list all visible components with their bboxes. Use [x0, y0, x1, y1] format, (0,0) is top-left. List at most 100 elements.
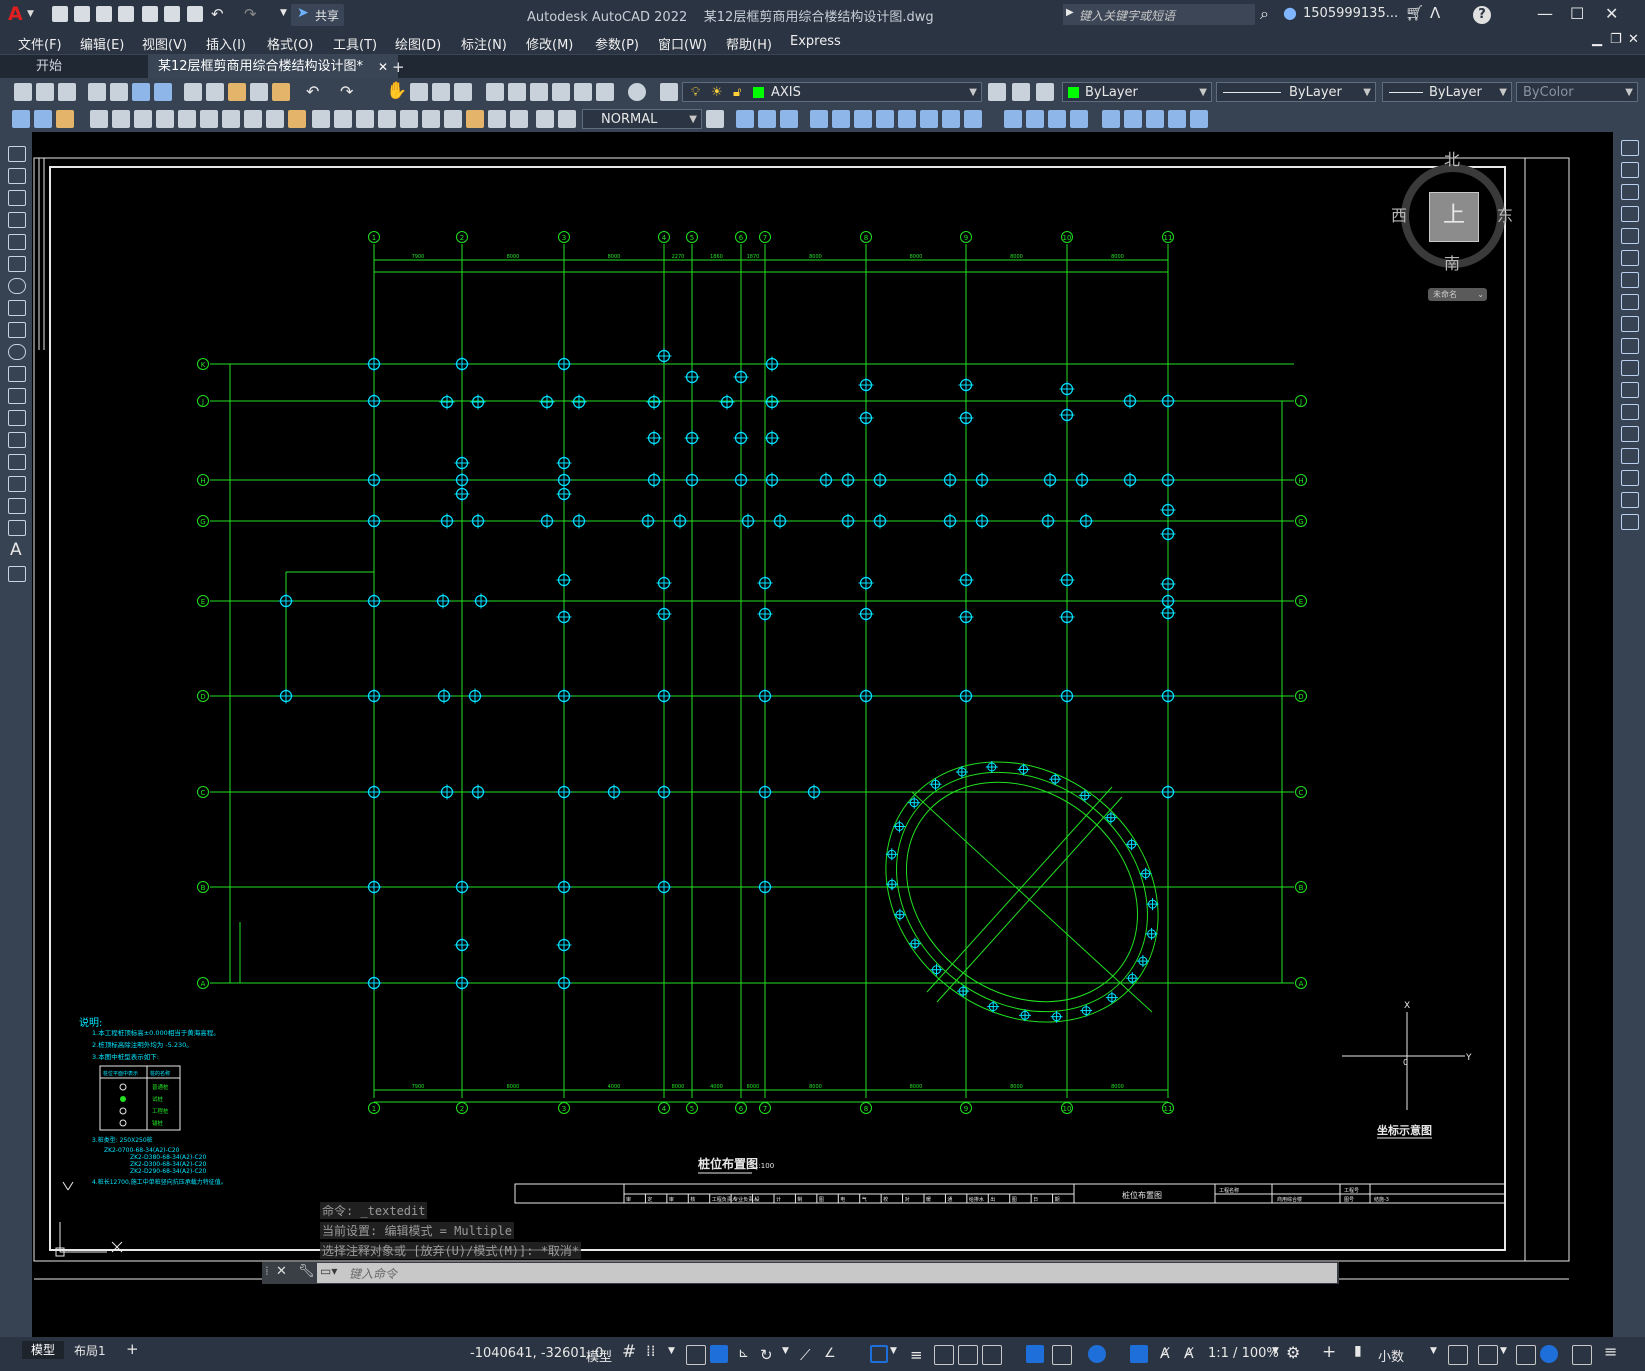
redo-icon[interactable]: ↷ — [244, 5, 257, 23]
inspect-icon[interactable] — [356, 110, 374, 128]
circle-icon[interactable] — [8, 278, 26, 294]
view-front-icon[interactable] — [1124, 110, 1142, 128]
user-icon[interactable]: ● — [1283, 3, 1297, 22]
clean-screen-icon[interactable] — [1572, 1345, 1592, 1365]
ucs-face-icon[interactable] — [810, 110, 828, 128]
paste-icon[interactable] — [228, 83, 246, 101]
text-style-manager-icon[interactable] — [706, 110, 724, 128]
menu-dimension[interactable]: 标注(N) — [461, 34, 507, 53]
viewcube-east[interactable]: 东 — [1497, 202, 1513, 226]
new-file-icon[interactable] — [52, 6, 68, 22]
viewcube-north[interactable]: 北 — [1444, 146, 1460, 170]
match-prop-icon[interactable] — [250, 83, 268, 101]
snap-icon[interactable]: ⁞⁞ — [646, 1342, 656, 1360]
quick-properties-icon[interactable] — [1448, 1345, 1468, 1365]
jogged-linear-icon[interactable] — [378, 110, 396, 128]
snap-chevron-icon[interactable]: ▼ — [668, 1346, 675, 1356]
lock-chevron-icon[interactable]: ▼ — [1500, 1346, 1507, 1356]
doc-minimize-icon[interactable]: ▁ — [1592, 32, 1602, 47]
dim-override-icon[interactable] — [488, 110, 506, 128]
undo-tb-icon[interactable]: ↶ — [306, 82, 319, 101]
spline-icon[interactable] — [8, 322, 26, 338]
menu-window[interactable]: 窗口(W) — [658, 34, 707, 53]
ortho-icon[interactable]: ⊾ — [738, 1346, 749, 1361]
osnap-chevron-icon[interactable]: ▼ — [890, 1346, 897, 1356]
tab-start[interactable]: 开始 — [26, 55, 72, 79]
search-icon[interactable]: ⌕ — [1260, 4, 1269, 24]
wcs-menu[interactable]: 未命名 ⌄ — [1428, 288, 1487, 301]
autodesk-app-icon[interactable]: Ʌ — [1430, 4, 1440, 22]
text-style-dropdown[interactable]: NORMAL ▼ — [582, 109, 702, 129]
tool-palettes-icon[interactable] — [530, 83, 548, 101]
multiline-text-icon[interactable]: A — [10, 540, 22, 560]
dim-edit-icon[interactable] — [400, 110, 418, 128]
undo-icon[interactable]: ↶ — [211, 5, 224, 23]
help-tb-icon[interactable] — [628, 83, 646, 101]
trim-icon[interactable] — [1621, 338, 1639, 354]
center-mark-icon[interactable] — [334, 110, 352, 128]
dim-arc-icon[interactable] — [56, 110, 74, 128]
menu-file[interactable]: 文件(F) — [18, 34, 62, 53]
selection-filter-icon[interactable] — [1052, 1345, 1072, 1365]
markup-icon[interactable] — [574, 83, 592, 101]
ucs-apply-icon[interactable] — [1026, 110, 1044, 128]
dim-diameter-icon[interactable] — [156, 110, 174, 128]
open-file-icon[interactable] — [74, 6, 90, 22]
preview-icon[interactable] — [110, 83, 128, 101]
insert-block-icon[interactable] — [8, 388, 26, 404]
stretch-icon[interactable] — [1621, 316, 1639, 332]
auto-scale-icon[interactable]: Ⱥ — [1160, 1346, 1170, 1362]
viewcube-top-face[interactable]: 上 — [1429, 192, 1479, 242]
dim-linear-icon[interactable] — [12, 110, 30, 128]
join-icon[interactable] — [1621, 426, 1639, 442]
view-top-icon[interactable] — [1102, 110, 1120, 128]
ucs-x-icon[interactable] — [942, 110, 960, 128]
annotation-scale-icon[interactable]: Ⱥ — [1184, 1346, 1194, 1362]
view-camera-icon[interactable] — [1168, 110, 1186, 128]
tolerance-icon[interactable] — [312, 110, 330, 128]
menu-draw[interactable]: 绘图(D) — [395, 34, 441, 53]
viewcube-west[interactable]: 西 — [1391, 202, 1407, 226]
app-menu-arrow-icon[interactable]: ▼ — [27, 9, 34, 19]
design-center-icon[interactable] — [508, 83, 526, 101]
plotstyle-dropdown[interactable]: ByColor ▼ — [1516, 82, 1638, 102]
menu-view[interactable]: 视图(V) — [142, 34, 187, 53]
ucs-view-icon[interactable] — [854, 110, 872, 128]
cart-icon[interactable]: 🛒︎ — [1405, 4, 1424, 22]
dim-break-icon[interactable] — [288, 110, 306, 128]
polygon-icon[interactable] — [8, 212, 26, 228]
customization-icon[interactable]: ≡ — [1604, 1342, 1617, 1361]
autocad-logo-icon[interactable]: A — [8, 3, 23, 25]
dim-continue-icon[interactable] — [244, 110, 262, 128]
dynamic-input-icon[interactable] — [710, 1345, 728, 1363]
add-layout-button[interactable]: + — [126, 1340, 139, 1358]
infer-constraints-icon[interactable] — [686, 1345, 706, 1365]
make-block-icon[interactable] — [8, 410, 26, 426]
dim-aligned-icon[interactable] — [34, 110, 52, 128]
ucs-origin-icon[interactable] — [876, 110, 894, 128]
command-customize-icon[interactable]: 🔧︎ — [298, 1264, 315, 1279]
scale-chevron-icon[interactable]: ▼ — [1272, 1346, 1279, 1356]
publish-icon[interactable] — [132, 83, 150, 101]
revision-cloud-icon[interactable] — [8, 300, 26, 316]
menu-parametric[interactable]: 参数(P) — [595, 34, 639, 53]
customize-arrow-icon[interactable]: ▼ — [280, 8, 287, 18]
minimize-icon[interactable]: — — [1537, 4, 1553, 23]
isolate-objects-icon[interactable] — [1516, 1345, 1536, 1365]
polar-chevron-icon[interactable]: ▼ — [782, 1346, 789, 1356]
model-space-toggle[interactable]: 模型 — [586, 1346, 612, 1365]
command-input[interactable]: ▭▾ 键入命令 — [317, 1263, 1337, 1283]
sheet-set-icon[interactable] — [552, 83, 570, 101]
dim-baseline-icon[interactable] — [222, 110, 240, 128]
qnew-icon[interactable] — [14, 83, 32, 101]
zoom-previous-icon[interactable] — [454, 83, 472, 101]
quick-dim-icon[interactable] — [200, 110, 218, 128]
view-iso-icon[interactable] — [1146, 110, 1164, 128]
view-manager-icon[interactable] — [1190, 110, 1208, 128]
add-selected-icon[interactable] — [8, 566, 26, 582]
object-snap-icon[interactable] — [870, 1345, 888, 1363]
erase-icon[interactable] — [1621, 140, 1639, 156]
gizmo-icon[interactable] — [1088, 1345, 1106, 1363]
share-button[interactable]: ➤ 共享 — [291, 4, 344, 26]
tab-model[interactable]: 模型 — [22, 1341, 64, 1359]
